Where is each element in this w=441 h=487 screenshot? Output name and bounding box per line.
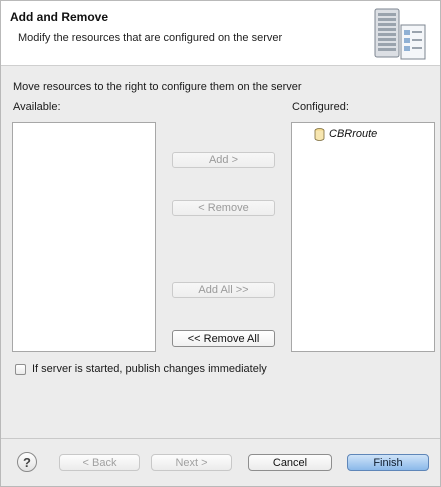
footer-separator [1,438,440,439]
publish-checkbox[interactable] [15,363,26,375]
available-label: Available: [13,101,61,113]
cancel-button[interactable]: Cancel [248,454,332,471]
dialog-header: Add and Remove Modify the resources that… [1,1,440,66]
publish-checkbox-label: If server is started, publish changes im… [32,363,267,375]
configured-label: Configured: [292,101,349,113]
instruction-text: Move resources to the right to configure… [13,81,302,93]
remove-all-button[interactable]: << Remove All [172,330,275,347]
next-button[interactable]: Next > [151,454,232,471]
available-list[interactable] [12,122,156,352]
back-button[interactable]: < Back [59,454,140,471]
configured-item-label: CBRroute [329,128,378,140]
help-icon[interactable]: ? [17,452,37,472]
add-remove-dialog: Add and Remove Modify the resources that… [0,0,441,487]
database-icon [314,127,325,141]
dialog-description: Modify the resources that are configured… [18,32,283,44]
add-button[interactable]: Add > [172,152,275,168]
add-all-button[interactable]: Add All >> [172,282,275,298]
server-document-icon [374,8,426,60]
remove-button[interactable]: < Remove [172,200,275,216]
configured-item-cbrroute[interactable]: CBRroute [314,126,377,142]
publish-option[interactable]: If server is started, publish changes im… [15,363,267,375]
dialog-title: Add and Remove [10,10,109,24]
configured-list[interactable]: CBRroute [291,122,435,352]
finish-button[interactable]: Finish [347,454,429,471]
